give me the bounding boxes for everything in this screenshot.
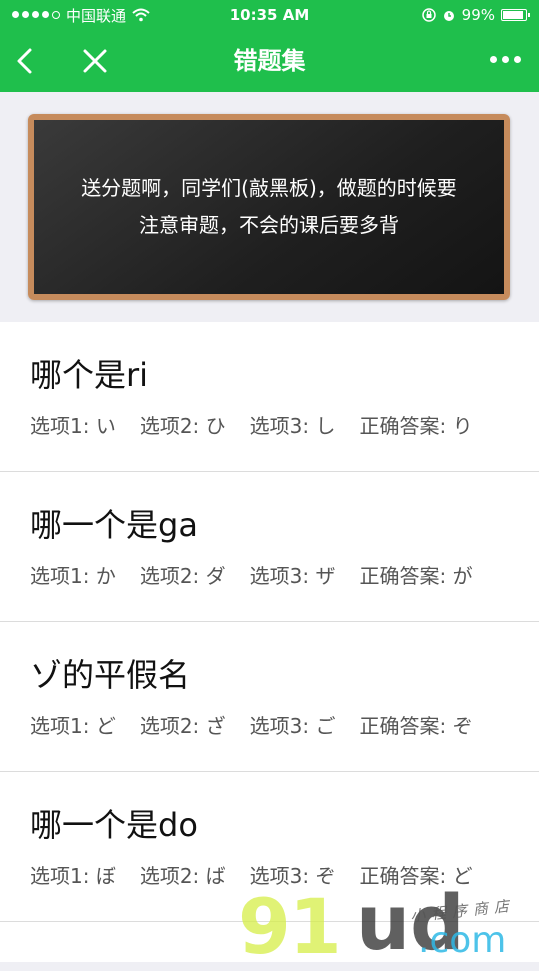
blackboard-banner: 送分题啊，同学们(敲黑板)，做题的时候要 注意审题，不会的课后要多背 — [28, 114, 510, 300]
back-icon[interactable] — [12, 46, 38, 76]
option-1: 选项1: ど — [30, 714, 116, 738]
option-3: 选项3: ご — [249, 714, 336, 738]
option-1: 选项1: い — [30, 414, 116, 438]
option-3: 选项3: ザ — [249, 564, 336, 588]
banner-line-1: 送分题啊，同学们(敲黑板)，做题的时候要 — [81, 176, 457, 200]
wifi-icon — [132, 8, 150, 22]
question-item[interactable]: 哪一个是ga 选项1: か 选项2: ダ 选项3: ザ 正确答案: が — [0, 472, 539, 622]
question-item-partial[interactable] — [0, 922, 539, 962]
banner-line-2: 注意审题，不会的课后要多背 — [138, 213, 399, 237]
option-2: 选项2: ダ — [139, 564, 226, 588]
question-text: ゾ的平假名 — [30, 656, 191, 694]
more-icon[interactable] — [490, 56, 521, 63]
question-text: 哪一个是do — [30, 806, 198, 844]
carrier-label: 中国联通 — [66, 6, 127, 25]
question-item[interactable]: 哪个是ri 选项1: い 选项2: ひ 选项3: し 正确答案: り — [0, 322, 539, 472]
rotation-lock-icon — [421, 8, 436, 22]
correct-answer: 正确答案: ど — [359, 864, 473, 888]
banner-area: 送分题啊，同学们(敲黑板)，做题的时候要 注意审题，不会的课后要多背 — [0, 92, 539, 322]
question-item[interactable]: ゾ的平假名 选项1: ど 选项2: ざ 选项3: ご 正确答案: ぞ — [0, 622, 539, 772]
battery-percent: 99% — [461, 6, 495, 24]
signal-icon — [12, 11, 60, 19]
option-2: 选项2: ひ — [139, 414, 226, 438]
option-2: 选项2: ば — [139, 864, 226, 888]
option-1: 选项1: か — [30, 564, 116, 588]
option-3: 选项3: し — [249, 414, 336, 438]
option-3: 选项3: ぞ — [249, 864, 336, 888]
status-time: 10:35 AM — [229, 6, 310, 24]
correct-answer: 正确答案: ぞ — [359, 714, 473, 738]
option-2: 选项2: ざ — [139, 714, 226, 738]
close-icon[interactable] — [80, 46, 110, 76]
navigation-bar: 错题集 — [0, 30, 539, 92]
correct-answer: 正确答案: り — [359, 414, 473, 438]
question-list: 哪个是ri 选项1: い 选项2: ひ 选项3: し 正确答案: り 哪一个是g… — [0, 322, 539, 962]
status-bar: 中国联通 10:35 AM 99% — [0, 0, 539, 30]
correct-answer: 正确答案: が — [359, 564, 473, 588]
option-1: 选项1: ぼ — [30, 864, 116, 888]
question-text: 哪个是ri — [30, 356, 149, 394]
question-item[interactable]: 哪一个是do 选项1: ぼ 选项2: ば 选项3: ぞ 正确答案: ど — [0, 772, 539, 922]
alarm-icon — [443, 11, 454, 21]
question-text: 哪一个是ga — [30, 506, 198, 544]
battery-icon — [501, 9, 530, 21]
